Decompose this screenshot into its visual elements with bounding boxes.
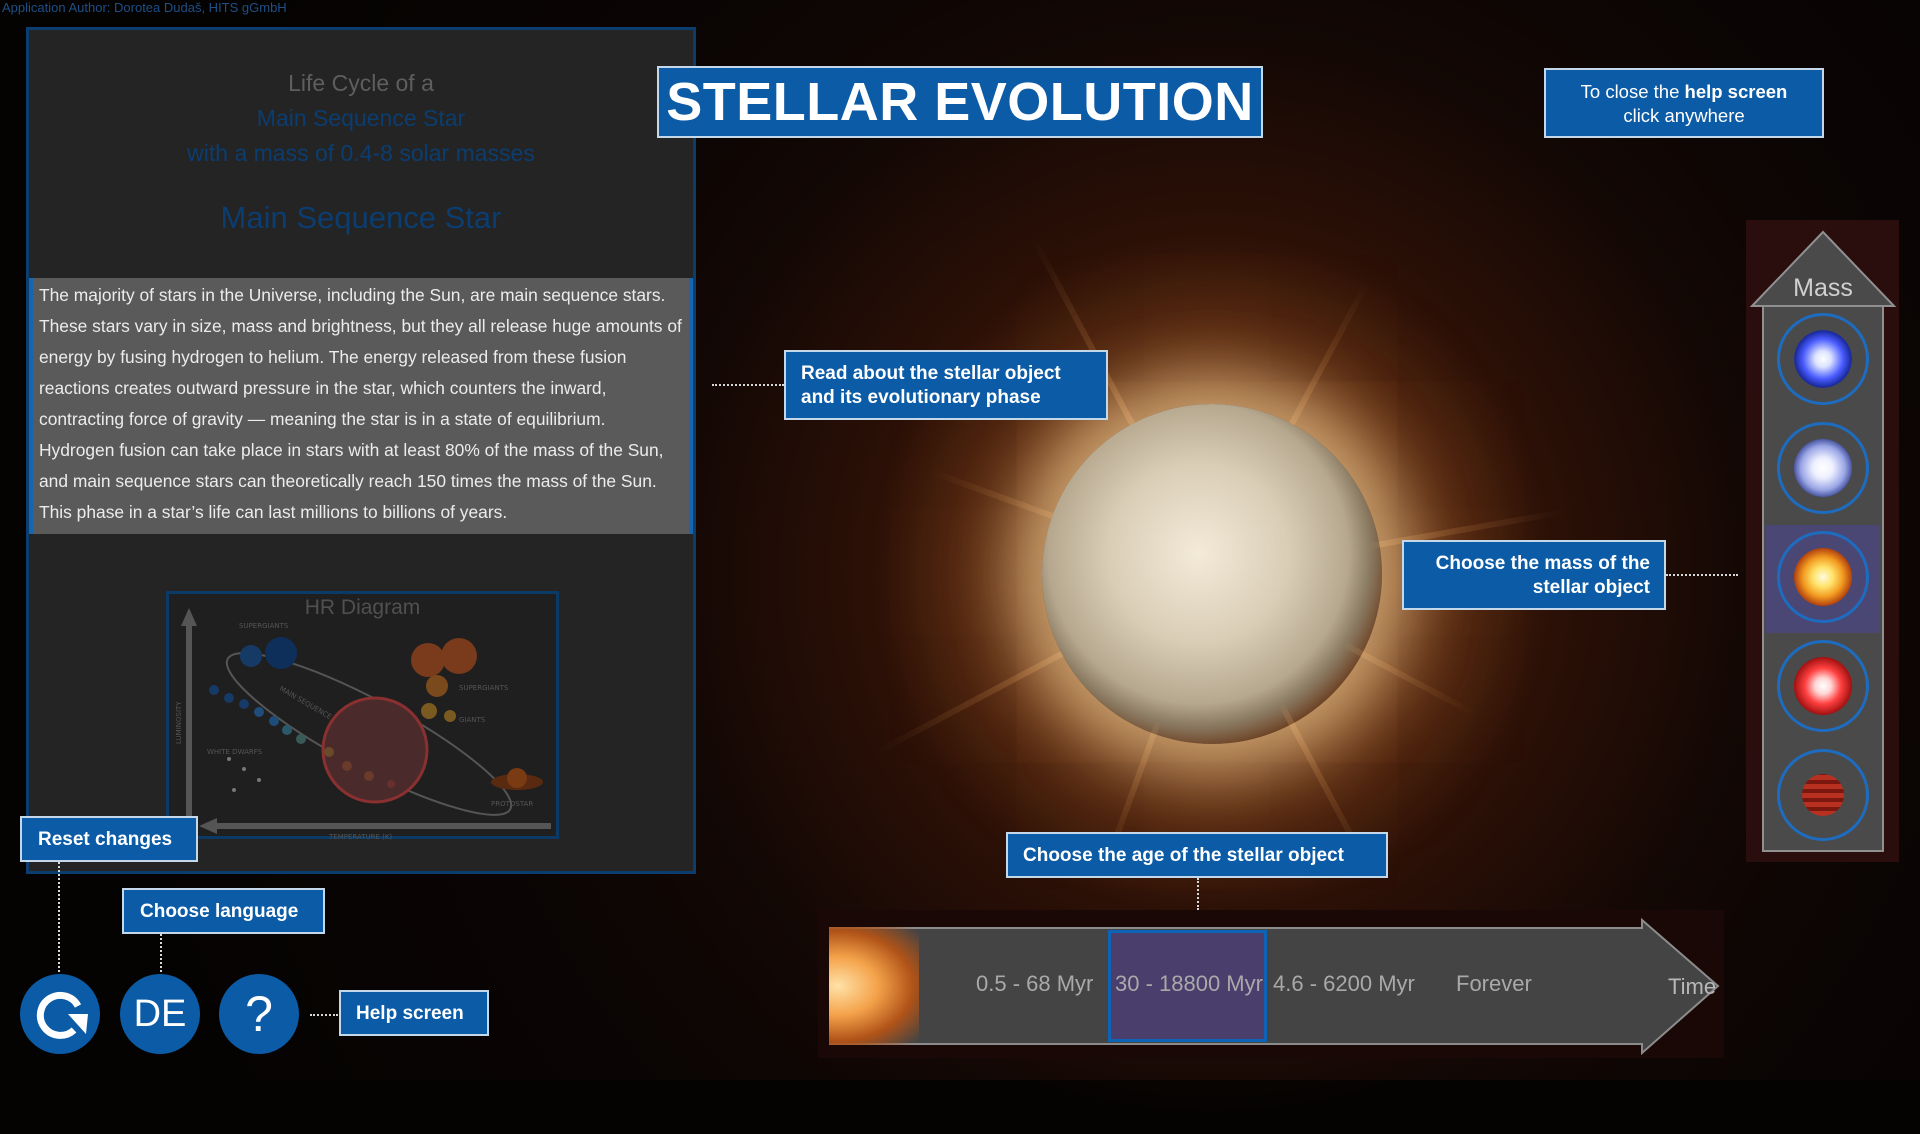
language-button-label: DE — [133, 993, 187, 1035]
attribution: Application Author: Dorotea Dudaš, HITS … — [2, 0, 287, 15]
red-star-icon — [1794, 657, 1852, 715]
mass-label: Mass — [1793, 274, 1853, 302]
hr-label-supergiants-top: SUPERGIANTS — [239, 622, 289, 630]
mass-tooltip-connector — [1666, 574, 1738, 576]
hr-label-giants: GIANTS — [459, 716, 486, 724]
mass-option-blue[interactable] — [1777, 313, 1869, 405]
hr-diagram: HR Diagram SUPERGIANTS SUPERGIANTS GIANT… — [166, 591, 559, 841]
hr-label-temperature: TEMPERATURE (K) — [328, 833, 392, 841]
mass-tooltip-line-2: stellar object — [1532, 577, 1650, 598]
close-help-text-b: help screen — [1684, 81, 1788, 102]
reset-tooltip-connector — [58, 862, 60, 972]
main-sequence-star — [1042, 404, 1382, 744]
language-button[interactable]: DE — [120, 974, 200, 1054]
age-tooltip: Choose the age of the stellar object — [1006, 832, 1388, 878]
help-tooltip-connector — [310, 1014, 338, 1016]
read-tooltip-line-1: Read about the stellar object — [801, 363, 1061, 384]
mass-tooltip-line-1: Choose the mass of the — [1435, 553, 1650, 574]
close-help-hint[interactable]: To close the help screen click anywhere — [1544, 68, 1824, 138]
help-button[interactable]: ? — [219, 974, 299, 1054]
brown-dwarf-icon — [1802, 774, 1844, 816]
hr-label-luminosity: LUMINOSITY — [175, 701, 183, 744]
read-tooltip: Read about the stellar object and its ev… — [784, 350, 1108, 420]
close-help-text-c: click anywhere — [1623, 105, 1745, 126]
refresh-icon — [36, 991, 88, 1039]
age-option-3[interactable]: 4.6 - 6200 Myr — [1273, 971, 1415, 997]
hr-label-protostar: PROTOSTAR — [491, 800, 533, 808]
time-label: Time — [1668, 974, 1717, 999]
app-title: STELLAR EVOLUTION — [657, 66, 1263, 138]
mass-tooltip: Choose the mass of the stellar object — [1402, 540, 1666, 610]
white-blue-star-icon — [1794, 439, 1852, 497]
hr-label-supergiants: SUPERGIANTS — [459, 684, 509, 692]
phase-description: The majority of stars in the Universe, i… — [29, 278, 693, 534]
lifecycle-line-2: Main Sequence Star — [256, 105, 466, 131]
mass-option-red[interactable] — [1777, 640, 1869, 732]
age-tooltip-connector — [1197, 878, 1199, 910]
lifecycle-line-1: Life Cycle of a — [288, 70, 434, 96]
help-icon: ? — [245, 986, 273, 1042]
reset-tooltip: Reset changes — [20, 816, 198, 862]
timeline-start-glow — [829, 927, 919, 1045]
phase-title: Main Sequence Star — [220, 200, 502, 235]
age-option-1[interactable]: 0.5 - 68 Myr — [976, 971, 1093, 997]
yellow-star-icon — [1794, 548, 1852, 606]
read-tooltip-connector — [712, 384, 784, 386]
blue-star-icon — [1794, 330, 1852, 388]
mass-option-brown-dwarf[interactable] — [1777, 749, 1869, 841]
mass-option-white[interactable] — [1777, 422, 1869, 514]
reset-button[interactable] — [20, 974, 100, 1054]
hr-label-main-sequence: MAIN SEQUENCE — [278, 685, 333, 721]
lifecycle-line-3: with a mass of 0.4-8 solar masses — [187, 140, 535, 166]
info-panel: Life Cycle of a Main Sequence Star with … — [26, 27, 696, 874]
age-option-4[interactable]: Forever — [1456, 971, 1532, 997]
close-help-text-a: To close the — [1580, 81, 1685, 102]
help-tooltip: Help screen — [339, 990, 489, 1036]
mass-option-yellow[interactable] — [1777, 531, 1869, 623]
language-tooltip: Choose language — [122, 888, 325, 934]
hr-diagram-plot: SUPERGIANTS SUPERGIANTS GIANTS MAIN SEQU… — [175, 608, 551, 841]
age-option-2[interactable]: 30 - 18800 Myr — [1115, 971, 1263, 997]
read-tooltip-line-2: and its evolutionary phase — [801, 387, 1041, 408]
hr-label-white-dwarfs: WHITE DWARFS — [207, 748, 263, 756]
language-tooltip-connector — [160, 934, 162, 972]
